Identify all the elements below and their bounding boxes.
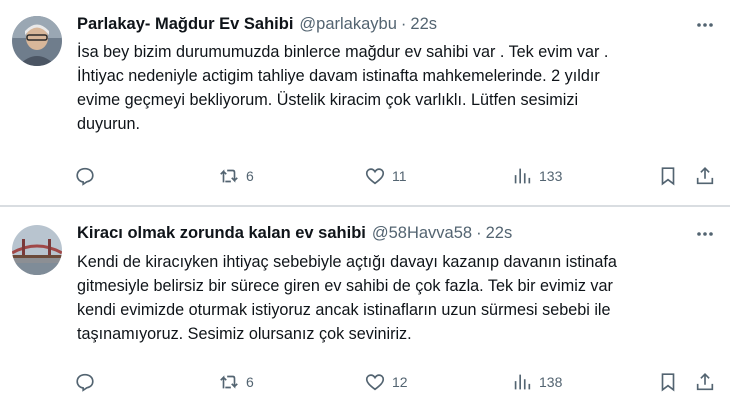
views-button[interactable]: 133 (511, 161, 562, 191)
views-count: 138 (539, 374, 563, 390)
tweet-header: Kiracı olmak zorunda kalan ev sahibi @58… (77, 222, 512, 244)
timestamp[interactable]: 22s (410, 13, 437, 35)
timestamp[interactable]: 22s (486, 222, 513, 244)
separator: · (476, 224, 482, 242)
tweet[interactable]: Kiracı olmak zorunda kalan ev sahibi @58… (0, 207, 730, 420)
tweet-actions: 6 12 138 (0, 367, 730, 397)
tweet-header: Parlakay- Mağdur Ev Sahibi @parlakaybu ·… (77, 13, 437, 35)
share-button[interactable] (694, 367, 716, 397)
reply-button[interactable] (74, 367, 96, 397)
tweet[interactable]: Parlakay- Mağdur Ev Sahibi @parlakaybu ·… (0, 0, 730, 206)
more-icon[interactable] (694, 14, 716, 36)
author-handle[interactable]: @parlakaybu (299, 13, 396, 35)
avatar-photo-man-icon (12, 16, 62, 66)
bookmark-icon (661, 167, 675, 186)
bookmark-button[interactable] (657, 161, 679, 191)
like-count: 12 (392, 374, 408, 390)
retweet-button[interactable]: 6 (218, 161, 254, 191)
views-count: 133 (539, 168, 563, 184)
reply-button[interactable] (74, 161, 96, 191)
views-icon (514, 168, 531, 184)
avatar-photo-bridge-icon (12, 225, 62, 275)
retweet-count: 6 (246, 168, 254, 184)
avatar[interactable] (12, 225, 62, 275)
reply-icon (76, 167, 94, 186)
tweet-text: Kendi de kiracıyken ihtiyaç sebebiyle aç… (77, 253, 617, 343)
retweet-icon (220, 169, 238, 183)
bookmark-button[interactable] (657, 367, 679, 397)
like-button[interactable]: 12 (364, 367, 408, 397)
retweet-count: 6 (246, 374, 254, 390)
retweet-icon (220, 375, 238, 389)
share-button[interactable] (694, 161, 716, 191)
tweet-text: İsa bey bizim durumumuzda binlerce mağdu… (77, 43, 609, 133)
views-button[interactable]: 138 (511, 367, 562, 397)
separator: · (400, 15, 407, 33)
reply-icon (76, 373, 94, 392)
author-name[interactable]: Parlakay- Mağdur Ev Sahibi (77, 13, 293, 35)
heart-icon (365, 374, 385, 391)
retweet-button[interactable]: 6 (218, 367, 254, 397)
like-button[interactable]: 11 (364, 161, 407, 191)
tweet-actions: 6 11 133 (0, 161, 730, 191)
more-icon[interactable] (694, 223, 716, 245)
share-icon (696, 373, 714, 391)
views-icon (514, 374, 531, 390)
heart-icon (365, 168, 385, 185)
bookmark-icon (661, 373, 675, 392)
avatar[interactable] (12, 16, 62, 66)
author-name[interactable]: Kiracı olmak zorunda kalan ev sahibi (77, 222, 366, 244)
author-handle[interactable]: @58Havva58 (372, 222, 472, 244)
like-count: 11 (392, 168, 407, 184)
share-icon (696, 167, 714, 185)
